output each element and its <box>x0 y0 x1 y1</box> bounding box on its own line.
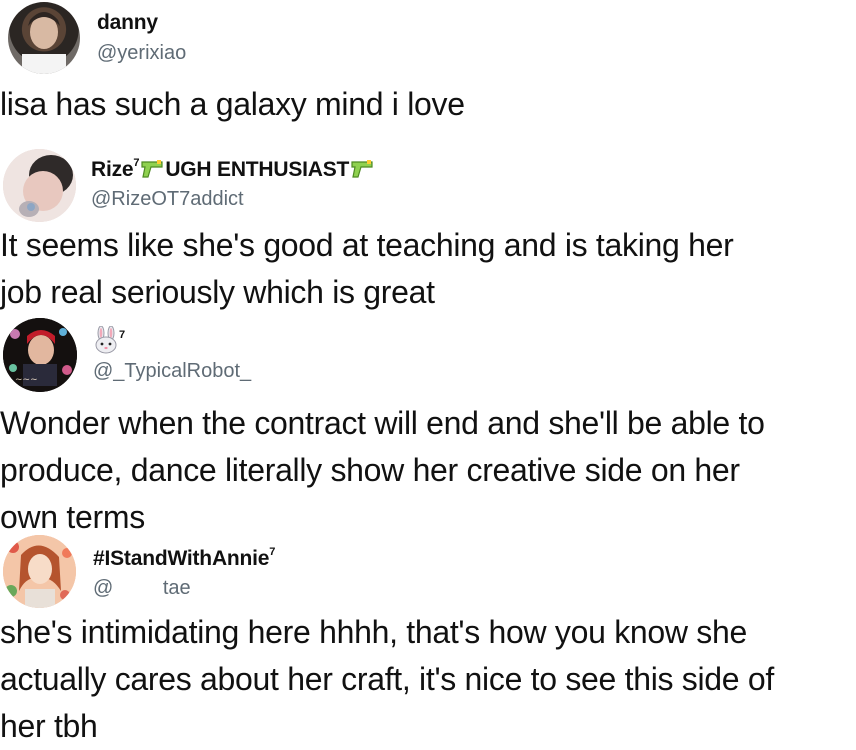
tweet-4: #IStandWithAnnie7 @ tae she's intimidati… <box>0 0 856 744</box>
display-name-part: #IStandWithAnnie <box>93 547 270 570</box>
display-name[interactable]: #IStandWithAnnie7 <box>93 546 275 571</box>
handle-text: tae <box>162 577 191 599</box>
avatar[interactable] <box>3 535 76 608</box>
tweet-text-line: actually cares about her craft, it's nic… <box>0 661 774 697</box>
handle-at: @ <box>93 577 114 599</box>
tweet-text: she's intimidating here hhhh, that's how… <box>0 609 774 750</box>
tweet-text-line: she's intimidating here hhhh, that's how… <box>0 614 747 650</box>
tweet-text-line: her tbh <box>0 708 98 744</box>
display-name-superscript: 7 <box>269 546 276 558</box>
handle[interactable]: @ tae <box>93 577 191 600</box>
